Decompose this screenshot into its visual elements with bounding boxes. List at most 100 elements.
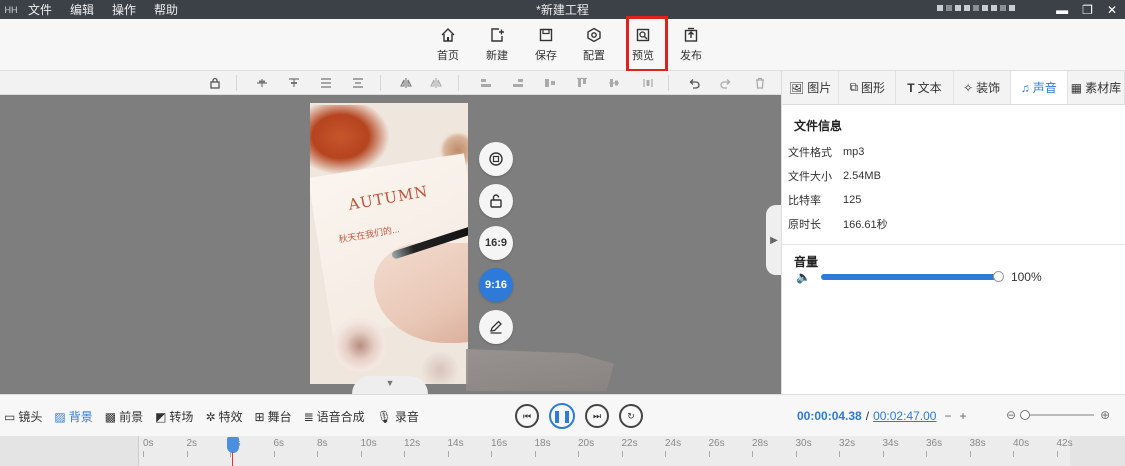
- flip-horizontal-icon[interactable]: [398, 75, 414, 91]
- ruler-label: 30s: [795, 438, 812, 449]
- restore-icon[interactable]: ❐: [1082, 3, 1093, 17]
- distribute-left-icon[interactable]: [478, 75, 494, 91]
- microphone-icon: 🎙: [376, 409, 392, 424]
- ruler-label: 12s: [404, 438, 421, 449]
- distribute-center-icon[interactable]: [542, 75, 558, 91]
- ruler-label: 34s: [882, 438, 899, 449]
- tab-library[interactable]: ▦ 素材库: [1068, 71, 1125, 104]
- flip-vertical-icon[interactable]: [428, 75, 444, 91]
- align-center-icon[interactable]: [318, 75, 334, 91]
- zoom-out-icon[interactable]: ⊖: [1006, 408, 1016, 422]
- ratio-9-16-button[interactable]: 9:16: [479, 268, 513, 302]
- info-value: mp3: [843, 146, 865, 158]
- ruler-tick: [186, 451, 188, 457]
- redo-icon[interactable]: [718, 75, 734, 91]
- menu-help[interactable]: 帮助: [154, 1, 178, 18]
- scene-image[interactable]: AUTUMN 秋天在我们的...: [310, 103, 468, 384]
- timeline-ruler[interactable]: 0s2s4s6s8s10s12s14s16s18s20s22s24s26s28s…: [0, 436, 1125, 466]
- tab-sound[interactable]: ♫ 声音: [1010, 71, 1068, 104]
- rotate-button[interactable]: [479, 142, 513, 176]
- ruler-tick: [447, 451, 449, 457]
- config-label: 配置: [583, 50, 605, 62]
- align-top-icon[interactable]: [286, 75, 302, 91]
- tab-decoration[interactable]: ✧ 装饰: [954, 71, 1011, 104]
- user-account[interactable]: [937, 5, 1015, 11]
- ruler-tick: [1013, 451, 1014, 457]
- tab-image[interactable]: 🖼 图片: [782, 71, 840, 104]
- tool-transition[interactable]: ◩ 转场: [155, 408, 193, 425]
- ruler-tick: [795, 451, 797, 457]
- new-label: 新建: [486, 50, 508, 62]
- replay-button[interactable]: ↻: [619, 404, 643, 428]
- settings-icon: [572, 25, 616, 45]
- skip-start-button[interactable]: ⏮: [515, 404, 539, 428]
- tool-stage[interactable]: ⊞ 舞台: [255, 408, 292, 425]
- distribute-right-icon[interactable]: [510, 75, 526, 91]
- total-time[interactable]: 00:02:47.00: [873, 409, 936, 423]
- pause-button[interactable]: ❚❚: [549, 403, 575, 429]
- zoom-slider-knob[interactable]: [1020, 410, 1031, 420]
- delete-icon[interactable]: [752, 75, 768, 91]
- edit-button[interactable]: [479, 310, 513, 344]
- edit-icon: [490, 320, 502, 334]
- ruler-tick: [926, 451, 927, 457]
- duration-decrease-button[interactable]: −: [944, 409, 951, 423]
- ratio-16-9-button[interactable]: 16:9: [479, 226, 513, 260]
- ruler-label: 6s: [273, 438, 285, 449]
- main-toolbar: 首页 新建 保存 配置 预览 发布: [0, 19, 1125, 71]
- menu-file[interactable]: 文件: [28, 1, 52, 18]
- tool-tts[interactable]: ≣ 语音合成: [304, 408, 365, 425]
- playhead-handle[interactable]: [227, 437, 239, 453]
- menu-operate[interactable]: 操作: [112, 1, 136, 18]
- tool-foreground[interactable]: ▩ 前景: [105, 408, 143, 425]
- ruler-label: 18s: [534, 438, 551, 449]
- skip-end-button[interactable]: ⏭: [585, 404, 609, 428]
- distribute-spacing-icon[interactable]: [640, 75, 656, 91]
- tool-effects[interactable]: ✲ 特效: [205, 408, 242, 425]
- panel-collapse-handle[interactable]: ▶: [766, 205, 782, 275]
- ruler-label: 38s: [969, 438, 986, 449]
- tab-shape[interactable]: ⧉ 图形: [839, 71, 897, 104]
- tool-camera[interactable]: ▭ 镜头: [4, 408, 42, 425]
- lock-icon[interactable]: [207, 75, 223, 91]
- current-time: 00:00:04.38: [797, 409, 862, 423]
- duration-increase-button[interactable]: +: [959, 409, 966, 423]
- distribute-top-icon[interactable]: [574, 75, 590, 91]
- volume-slider[interactable]: [820, 271, 1004, 282]
- menu-edit[interactable]: 编辑: [70, 1, 94, 18]
- timeline-collapse-toggle[interactable]: ▼: [352, 376, 428, 394]
- publish-button[interactable]: 发布: [669, 25, 713, 63]
- tool-background[interactable]: ▨ 背景: [54, 408, 92, 425]
- volume-slider-knob[interactable]: [992, 271, 1004, 282]
- ruler-tick: [969, 451, 971, 457]
- undo-icon[interactable]: [686, 75, 702, 91]
- align-left-icon[interactable]: [254, 75, 270, 91]
- rotate-icon: [489, 152, 503, 166]
- align-middle-icon[interactable]: [350, 75, 366, 91]
- config-button[interactable]: 配置: [572, 25, 616, 63]
- tab-text[interactable]: T 文本: [896, 71, 954, 104]
- tts-icon: ≣: [303, 409, 314, 424]
- ruler-label: 10s: [360, 438, 377, 449]
- unlock-button[interactable]: [479, 184, 513, 218]
- info-row-format: 文件格式 mp3: [782, 140, 1125, 164]
- info-value: 166.61秒: [843, 219, 888, 231]
- save-button[interactable]: 保存: [524, 25, 568, 63]
- tool-record[interactable]: 🎙 录音: [377, 408, 419, 425]
- ruler-tick: [752, 451, 753, 457]
- zoom-slider[interactable]: [1020, 410, 1095, 420]
- editing-canvas[interactable]: AUTUMN 秋天在我们的... 16:9 9:16 ▼: [0, 95, 781, 394]
- ruler-label: 28s: [752, 438, 769, 449]
- shape-icon: ⧉: [849, 80, 859, 94]
- close-icon[interactable]: ✕: [1107, 3, 1117, 17]
- minimize-icon[interactable]: ▬: [1056, 3, 1068, 17]
- timecode: 00:00:04.38/00:02:47.00− +: [797, 409, 967, 423]
- zoom-in-icon[interactable]: ⊕: [1100, 408, 1110, 422]
- library-icon: ▦: [1070, 80, 1083, 95]
- volume-percent: 100%: [1010, 270, 1042, 284]
- home-button[interactable]: 首页: [426, 25, 470, 63]
- distribute-bottom-icon[interactable]: [606, 75, 622, 91]
- volume-icon[interactable]: 🔈: [796, 270, 811, 284]
- ruler-strip[interactable]: 0s2s4s6s8s10s12s14s16s18s20s22s24s26s28s…: [138, 436, 1073, 466]
- new-button[interactable]: 新建: [475, 25, 519, 63]
